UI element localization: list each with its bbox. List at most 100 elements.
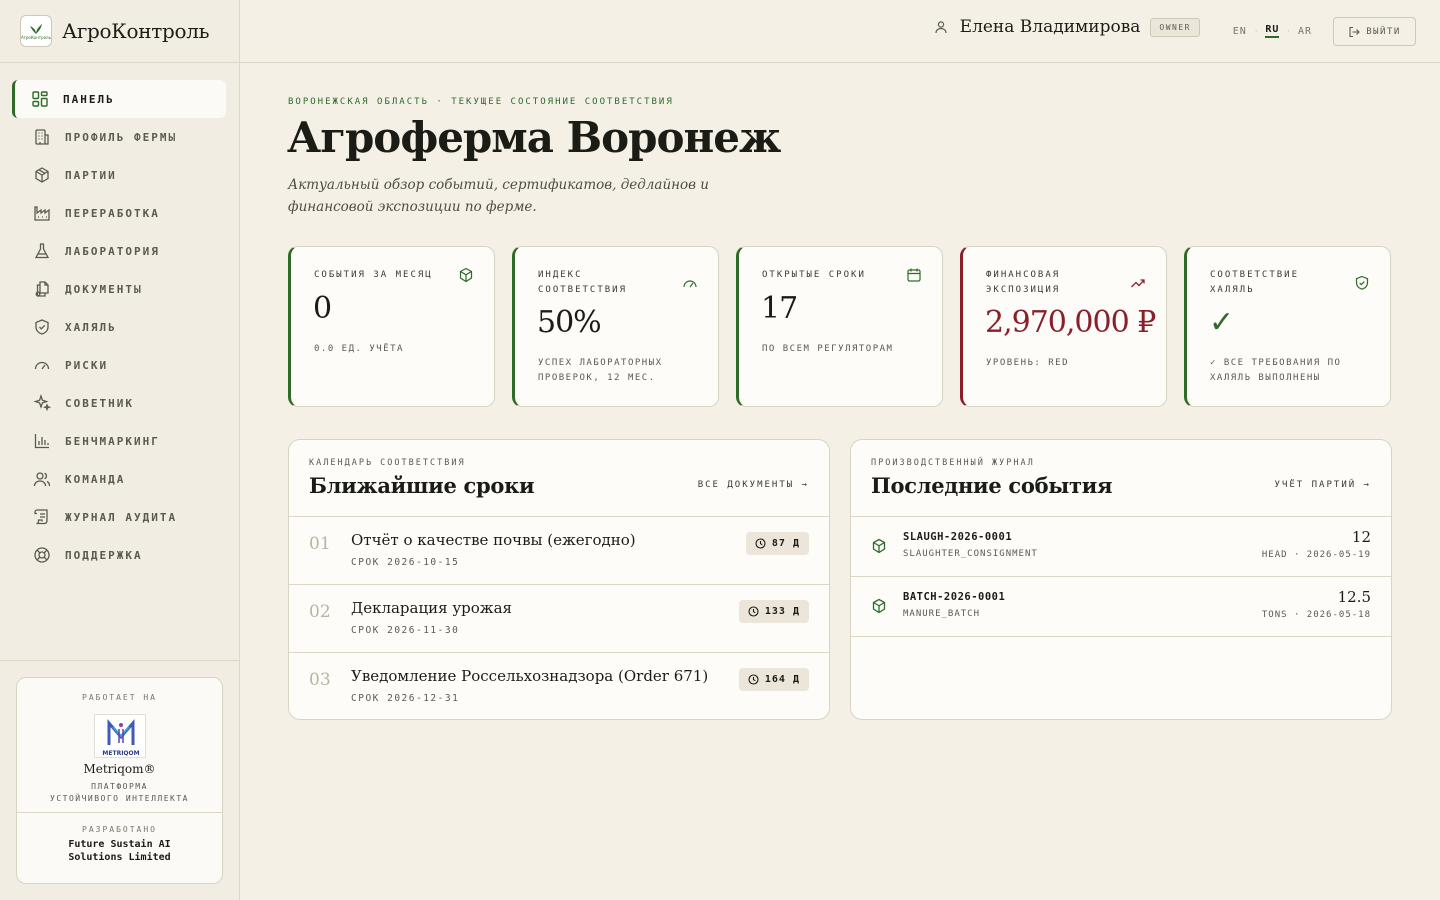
sidebar-item-halal[interactable]: ХАЛЯЛЬ — [12, 308, 226, 346]
kpi-value: 17 — [761, 291, 798, 326]
deadline-number: 02 — [309, 602, 331, 622]
lang-separator: · — [1254, 26, 1258, 36]
kpi-value: 0 — [313, 291, 332, 326]
days-left-badge: 87 Д — [745, 532, 809, 555]
page-title: Агроферма Воронеж — [287, 113, 781, 162]
sidebar-item-team[interactable]: КОМАНДА — [12, 460, 226, 498]
language-switcher: EN · RU · AR — [1233, 24, 1312, 38]
trend-up-icon — [1131, 279, 1145, 288]
lang-separator: · — [1287, 26, 1290, 36]
kpi-card-open-deadlines[interactable]: ОТКРЫТЫЕ СРОКИ 17 ПО ВСЕМ РЕГУЛЯТОРАМ — [736, 246, 943, 407]
developer-name-1: Future Sustain AI — [68, 839, 171, 850]
kpi-note: ПО ВСЕМ РЕГУЛЯТОРАМ — [762, 344, 894, 354]
deadline-row[interactable]: 03 Уведомление Россельхознадзора (Order … — [289, 653, 829, 719]
sidebar-item-processing[interactable]: ПЕРЕРАБОТКА — [12, 194, 226, 232]
shield-check-icon — [1355, 275, 1369, 290]
event-code: SLAUGH-2026-0001 — [903, 531, 1013, 543]
role-badge: OWNER — [1150, 17, 1200, 37]
sidebar-item-benchmarking[interactable]: БЕНЧМАРКИНГ — [12, 422, 226, 460]
gauge-icon — [683, 280, 697, 288]
kpi-label: ФИНАНСОВАЯ ЭКСПОЗИЦИЯ — [986, 270, 1061, 295]
kpi-card-financial-exposure[interactable]: ФИНАНСОВАЯ ЭКСПОЗИЦИЯ 2,970,000 ₽ УРОВЕН… — [960, 246, 1167, 407]
panel-header: КАЛЕНДАРЬ СООТВЕТСТВИЯ Ближайшие сроки В… — [289, 440, 829, 517]
sidebar: АгроКонтроль АгроКонтроль ПАНЕЛЬ ПРОФИЛЬ… — [0, 0, 240, 900]
kpi-label: СОБЫТИЯ ЗА МЕСЯЦ — [314, 270, 433, 280]
sidebar-item-label: СОВЕТНИК — [65, 396, 134, 410]
sidebar-item-laboratory[interactable]: ЛАБОРАТОРИЯ — [12, 232, 226, 270]
event-row[interactable]: SLAUGH-2026-0001 SLAUGHTER_CONSIGNMENT 1… — [851, 517, 1391, 577]
deadline-row[interactable]: 02 Декларация урожая СРОК 2026-11-30 133… — [289, 585, 829, 653]
days-left: 164 Д — [764, 674, 800, 685]
brand-logo-caption: АгроКонтроль — [21, 34, 51, 40]
deadline-date: СРОК 2026-11-30 — [351, 625, 460, 636]
deadline-title: Декларация урожая — [351, 599, 513, 617]
event-row[interactable]: BATCH-2026-0001 MANURE_BATCH 12.5 TONS ·… — [851, 577, 1391, 637]
batch-records-link[interactable]: УЧЁТ ПАРТИЙ → — [1275, 480, 1371, 490]
deadlines-panel: КАЛЕНДАРЬ СООТВЕТСТВИЯ Ближайшие сроки В… — [288, 439, 830, 720]
sidebar-item-label: БЕНЧМАРКИНГ — [65, 434, 160, 448]
box-icon — [872, 598, 886, 614]
lang-ar[interactable]: AR — [1298, 26, 1312, 37]
sidebar-item-dashboard[interactable]: ПАНЕЛЬ — [12, 80, 226, 118]
factory-icon — [34, 206, 50, 221]
brand[interactable]: АгроКонтроль АгроКонтроль — [0, 0, 239, 63]
event-type: SLAUGHTER_CONSIGNMENT — [903, 549, 1038, 559]
sidebar-item-batches[interactable]: ПАРТИИ — [12, 156, 226, 194]
kpi-label: СООТВЕТСТВИЕ ХАЛЯЛЬ — [1210, 270, 1300, 295]
kpi-row: СОБЫТИЯ ЗА МЕСЯЦ 0 0.0 ЕД. УЧЁТА ИНДЕКС … — [288, 246, 1391, 407]
deadline-row[interactable]: 01 Отчёт о качестве почвы (ежегодно) СРО… — [289, 517, 829, 585]
developer-name-2: Solutions Limited — [68, 852, 171, 863]
powered-by-card: РАБОТАЕТ НА METRIQOM Metriqom® ПЛАТФОРМА… — [16, 677, 223, 884]
sidebar-item-label: ЖУРНАЛ АУДИТА — [65, 510, 178, 524]
deadline-number: 03 — [309, 670, 331, 690]
panel-header: ПРОИЗВОДСТВЕННЫЙ ЖУРНАЛ Последние событи… — [851, 440, 1391, 517]
days-left-badge: 164 Д — [738, 668, 809, 691]
users-icon — [33, 472, 51, 487]
metriqom-name: Metriqom® — [83, 762, 156, 776]
calendar-icon — [907, 268, 921, 282]
logout-button[interactable]: ВЫЙТИ — [1333, 17, 1416, 46]
deadline-date: СРОК 2026-10-15 — [351, 557, 460, 568]
days-left: 87 Д — [771, 538, 800, 549]
box-icon — [35, 167, 49, 183]
sidebar-item-label: РИСКИ — [65, 358, 109, 372]
kpi-card-halal[interactable]: СООТВЕТСТВИЕ ХАЛЯЛЬ ✓ ✓ ВСЕ ТРЕБОВАНИЯ П… — [1184, 246, 1391, 407]
kpi-note: УСПЕХ ЛАБОРАТОРНЫХ ПРОВЕРОК, 12 МЕС. — [538, 358, 663, 383]
sidebar-item-farm-profile[interactable]: ПРОФИЛЬ ФЕРМЫ — [12, 118, 226, 156]
user-info[interactable]: Елена Владимирова OWNER — [934, 17, 1200, 37]
user-name: Елена Владимирова — [959, 17, 1141, 37]
all-documents-link[interactable]: ВСЕ ДОКУМЕНТЫ → — [698, 480, 809, 490]
sidebar-item-risks[interactable]: РИСКИ — [12, 346, 226, 384]
sidebar-nav: ПАНЕЛЬ ПРОФИЛЬ ФЕРМЫ ПАРТИИ ПЕРЕРАБОТКА … — [0, 63, 239, 574]
metriqom-subtitle-1: ПЛАТФОРМА — [91, 782, 148, 791]
leaf-icon — [30, 23, 42, 34]
user-icon — [935, 21, 947, 34]
kpi-card-compliance-index[interactable]: ИНДЕКС СООТВЕТСТВИЯ 50% УСПЕХ ЛАБОРАТОРН… — [512, 246, 719, 407]
kpi-card-events[interactable]: СОБЫТИЯ ЗА МЕСЯЦ 0 0.0 ЕД. УЧЁТА — [288, 246, 495, 407]
sidebar-item-support[interactable]: ПОДДЕРЖКА — [12, 536, 226, 574]
clock-icon — [755, 538, 766, 549]
sidebar-item-documents[interactable]: ДОКУМЕНТЫ — [12, 270, 226, 308]
event-meta: TONS · 2026-05-18 — [1261, 610, 1371, 620]
powered-caption: РАБОТАЕТ НА — [82, 693, 157, 702]
sidebar-item-label: ПЕРЕРАБОТКА — [65, 206, 160, 220]
event-quantity: 12 — [1351, 528, 1371, 546]
sidebar-item-label: ХАЛЯЛЬ — [65, 320, 117, 334]
topbar: Елена Владимирова OWNER EN · RU · AR ВЫЙ… — [240, 0, 1440, 63]
shield-icon — [35, 319, 49, 335]
event-type: MANURE_BATCH — [903, 609, 981, 619]
sidebar-item-label: КОМАНДА — [65, 472, 126, 486]
event-code: BATCH-2026-0001 — [903, 591, 1006, 603]
sidebar-item-audit-log[interactable]: ЖУРНАЛ АУДИТА — [12, 498, 226, 536]
sidebar-item-advisor[interactable]: СОВЕТНИК — [12, 384, 226, 422]
lang-ru[interactable]: RU — [1265, 24, 1280, 38]
lang-en[interactable]: EN — [1233, 26, 1247, 37]
panel-eyebrow: КАЛЕНДАРЬ СООТВЕТСТВИЯ — [309, 458, 466, 468]
events-panel: ПРОИЗВОДСТВЕННЫЙ ЖУРНАЛ Последние событи… — [850, 439, 1392, 720]
box-icon — [872, 538, 886, 554]
kpi-value: 50% — [537, 305, 602, 340]
app-name: АгроКонтроль — [62, 19, 210, 43]
logout-label: ВЫЙТИ — [1366, 26, 1401, 37]
documents-icon — [35, 281, 49, 297]
bar-chart-icon — [34, 434, 49, 449]
